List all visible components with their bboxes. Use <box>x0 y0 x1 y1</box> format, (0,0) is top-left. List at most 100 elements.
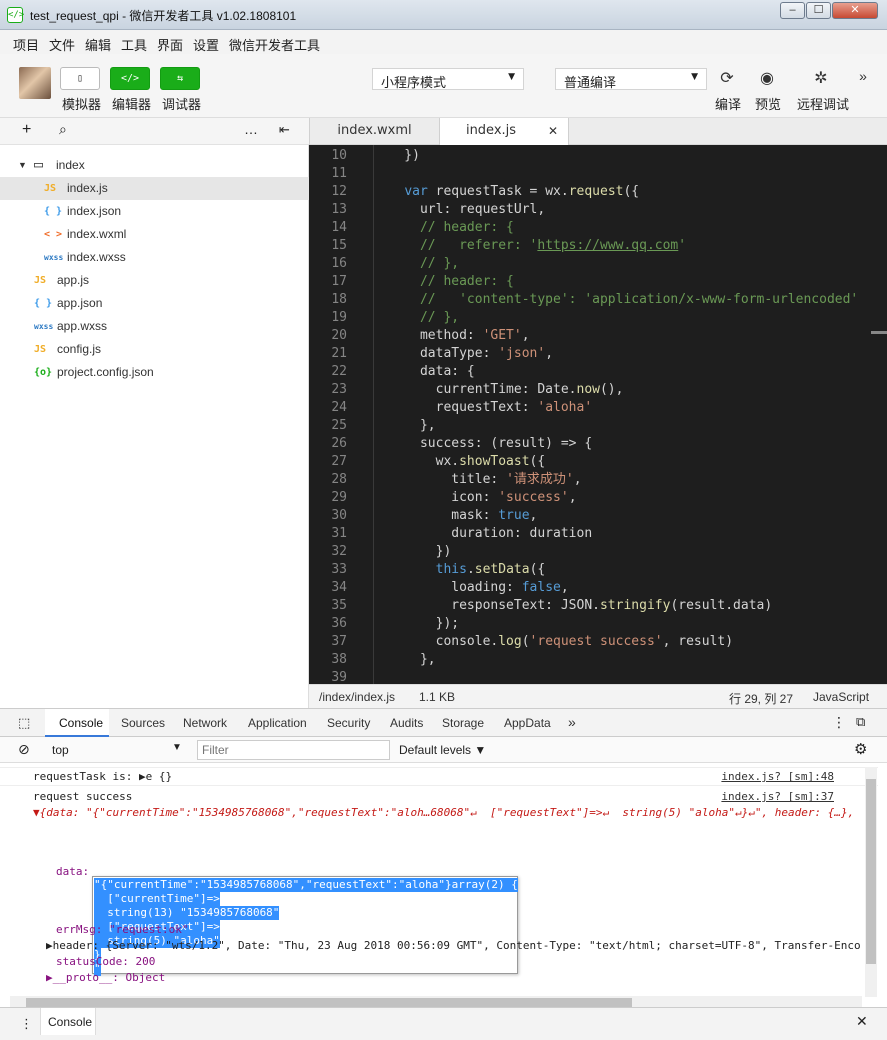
bug-icon[interactable]: ✲ <box>806 68 836 88</box>
code-line[interactable]: 30 mask: true, <box>309 507 887 525</box>
close-tab-icon[interactable]: ✕ <box>548 118 558 144</box>
menu-edit[interactable]: 编辑 <box>85 35 111 54</box>
sidebar-item-app-wxss[interactable]: wxss app.wxss <box>0 315 309 338</box>
code-line[interactable]: 15 // referer: 'https://www.qq.com' <box>309 237 887 255</box>
sidebar-item-index-json[interactable]: { } index.json <box>0 200 309 223</box>
code-line[interactable]: 39 <box>309 669 887 684</box>
collapse-panel-icon[interactable]: ⇤ <box>279 122 290 138</box>
filter-input[interactable] <box>197 740 390 760</box>
undock-icon[interactable]: ⧉ <box>856 714 865 730</box>
code-line[interactable]: 16 // }, <box>309 255 887 273</box>
more-options-icon[interactable]: … <box>244 121 258 137</box>
menu-project[interactable]: 项目 <box>13 35 39 54</box>
tab-sources[interactable]: Sources <box>121 716 165 730</box>
header-property[interactable]: ▶header: {Server: "wts/1.2", Date: "Thu,… <box>46 938 864 953</box>
code-line[interactable]: 27 wx.showToast({ <box>309 453 887 471</box>
compile-button[interactable]: 编译 <box>715 94 741 113</box>
code-line[interactable]: 31 duration: duration <box>309 525 887 543</box>
code-line[interactable]: 25 }, <box>309 417 887 435</box>
code-line[interactable]: 21 dataType: 'json', <box>309 345 887 363</box>
tab-storage[interactable]: Storage <box>442 716 484 730</box>
sidebar-item-app-js[interactable]: JS app.js <box>0 269 309 292</box>
source-link[interactable]: index.js? [sm]:48 <box>721 769 834 784</box>
avatar[interactable] <box>19 67 51 99</box>
more-tabs-icon[interactable]: » <box>568 714 576 730</box>
preview-button[interactable]: 预览 <box>755 94 781 113</box>
proto-property[interactable]: ▶__proto__: Object <box>46 970 165 985</box>
console-scrollbar[interactable] <box>865 767 877 997</box>
code-line[interactable]: 10 }) <box>309 147 887 165</box>
console-message[interactable]: requestTask is: ▶e {} <box>33 769 172 784</box>
code-area[interactable]: 10 }) 11 12 var requestTask = wx.request({… <box>309 145 887 684</box>
kebab-menu-icon[interactable]: ⋮ <box>20 1016 33 1032</box>
minimize-button[interactable]: ‒ <box>780 2 805 19</box>
log-levels-select[interactable]: Default levels ▼ <box>399 743 486 757</box>
menu-file[interactable]: 文件 <box>49 35 75 54</box>
code-line[interactable]: 13 url: requestUrl, <box>309 201 887 219</box>
gear-icon[interactable]: ⚙ <box>854 740 867 758</box>
code-line[interactable]: 23 currentTime: Date.now(), <box>309 381 887 399</box>
code-line[interactable]: 19 // }, <box>309 309 887 327</box>
chevron-down-icon[interactable]: ▼ <box>18 154 27 176</box>
maximize-button[interactable]: ☐ <box>806 2 831 19</box>
kebab-menu-icon[interactable]: ⋮ <box>832 714 846 731</box>
sidebar-item-project-config-json[interactable]: {o} project.config.json <box>0 361 309 384</box>
tab-console[interactable]: Console <box>59 716 103 730</box>
tab-audits[interactable]: Audits <box>390 716 423 730</box>
sidebar-item-index-js[interactable]: JS index.js <box>0 177 309 200</box>
inspect-icon[interactable]: ⬚ <box>18 715 30 731</box>
code-line[interactable]: 33 this.setData({ <box>309 561 887 579</box>
code-line[interactable]: 38 }, <box>309 651 887 669</box>
eye-icon[interactable]: ◉ <box>752 68 782 88</box>
code-line[interactable]: 20 method: 'GET', <box>309 327 887 345</box>
simulator-toggle[interactable]: ▯ <box>60 67 100 90</box>
sidebar-item-index-wxml[interactable]: < > index.wxml <box>0 223 309 246</box>
tab-index-wxml[interactable]: index.wxml <box>309 118 440 145</box>
code-line[interactable]: 28 title: '请求成功', <box>309 471 887 489</box>
menu-settings[interactable]: 设置 <box>193 35 219 54</box>
remote-debug-button[interactable]: 远程调试 <box>797 94 849 113</box>
clear-console-icon[interactable]: ⊘ <box>18 741 30 758</box>
code-line[interactable]: 18 // 'content-type': 'application/x-www… <box>309 291 887 309</box>
code-line[interactable]: 11 <box>309 165 887 183</box>
object-preview[interactable]: ▼{data: "{"currentTime":"1534985768068",… <box>33 805 858 820</box>
tab-application[interactable]: Application <box>248 716 307 730</box>
code-line[interactable]: 22 data: { <box>309 363 887 381</box>
close-drawer-icon[interactable]: ✕ <box>856 1013 868 1030</box>
tab-network[interactable]: Network <box>183 716 227 730</box>
context-select[interactable]: top ▼ <box>44 740 184 760</box>
mode-select[interactable]: 小程序模式 ▼ <box>372 68 524 91</box>
sidebar-item-app-json[interactable]: { } app.json <box>0 292 309 315</box>
refresh-icon[interactable]: ⟳ <box>712 68 742 88</box>
cursor-position[interactable]: 行 29, 列 27 <box>729 690 793 707</box>
scrollbar-thumb[interactable] <box>866 779 876 964</box>
code-line[interactable]: 26 success: (result) => { <box>309 435 887 453</box>
debugger-toggle[interactable]: ⇆ <box>160 67 200 90</box>
menu-tools[interactable]: 工具 <box>121 35 147 54</box>
sidebar-item-index[interactable]: ▼ ▭ index <box>0 154 309 177</box>
tab-security[interactable]: Security <box>327 716 370 730</box>
code-line[interactable]: 12 var requestTask = wx.request({ <box>309 183 887 201</box>
source-link[interactable]: index.js? [sm]:37 <box>721 789 834 804</box>
tab-appdata[interactable]: AppData <box>504 716 551 730</box>
more-icon[interactable]: » <box>848 68 878 84</box>
code-line[interactable]: 34 loading: false, <box>309 579 887 597</box>
code-line[interactable]: 24 requestText: 'aloha' <box>309 399 887 417</box>
code-line[interactable]: 32 }) <box>309 543 887 561</box>
editor-toggle[interactable]: </> <box>110 67 150 90</box>
code-line[interactable]: 37 console.log('request success', result… <box>309 633 887 651</box>
sidebar-item-index-wxss[interactable]: wxss index.wxss <box>0 246 309 269</box>
search-icon[interactable]: ⌕ <box>59 121 67 138</box>
menu-devtools[interactable]: 微信开发者工具 <box>229 35 320 54</box>
menu-view[interactable]: 界面 <box>157 35 183 54</box>
drawer-tab-console[interactable]: Console <box>40 1008 96 1035</box>
code-line[interactable]: 35 responseText: JSON.stringify(result.d… <box>309 597 887 615</box>
code-line[interactable]: 29 icon: 'success', <box>309 489 887 507</box>
compile-mode-select[interactable]: 普通编译 ▼ <box>555 68 707 91</box>
language-mode[interactable]: JavaScript <box>813 690 869 704</box>
tab-index-js[interactable]: index.js ✕ <box>440 118 569 145</box>
console-output[interactable]: requestTask is: ▶e {} index.js? [sm]:48 … <box>0 763 887 1017</box>
close-button[interactable]: ✕ <box>832 2 878 19</box>
code-line[interactable]: 17 // header: { <box>309 273 887 291</box>
code-line[interactable]: 36 }); <box>309 615 887 633</box>
